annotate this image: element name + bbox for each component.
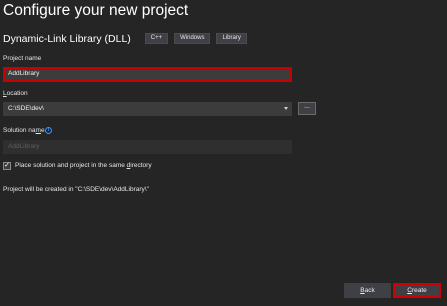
back-button[interactable]: Back xyxy=(344,283,391,298)
location-combobox[interactable]: C:\SDE\dev\ xyxy=(3,102,292,116)
tag-windows: Windows xyxy=(174,33,211,44)
solution-name-input: AddLibrary xyxy=(3,140,292,154)
same-directory-label[interactable]: Place solution and project in the same d… xyxy=(15,162,152,169)
creation-path-summary: Project will be created in "C:\SDE\dev\A… xyxy=(3,186,149,193)
location-label: Location xyxy=(3,90,28,97)
solution-name-label: Solution name xyxy=(3,127,45,134)
location-value: C:\SDE\dev\ xyxy=(8,105,44,112)
template-info: Dynamic-Link Library (DLL) C++ Windows L… xyxy=(3,32,247,45)
browse-button[interactable]: ... xyxy=(298,102,316,115)
info-icon[interactable]: i xyxy=(45,127,52,134)
tag-cpp: C++ xyxy=(144,33,169,44)
project-name-label: Project name xyxy=(3,55,42,62)
chevron-down-icon[interactable] xyxy=(284,107,288,110)
create-button[interactable]: Create xyxy=(393,283,441,298)
same-directory-checkbox[interactable]: ✓ xyxy=(3,161,11,170)
page-title: Configure your new project xyxy=(3,2,189,19)
same-directory-option[interactable]: ✓ Place solution and project in the same… xyxy=(3,161,152,170)
tag-library: Library xyxy=(216,33,247,44)
template-name: Dynamic-Link Library (DLL) xyxy=(3,32,131,45)
configure-project-dialog: Configure your new project Dynamic-Link … xyxy=(0,0,447,306)
project-name-input[interactable]: AddLibrary xyxy=(3,67,292,82)
